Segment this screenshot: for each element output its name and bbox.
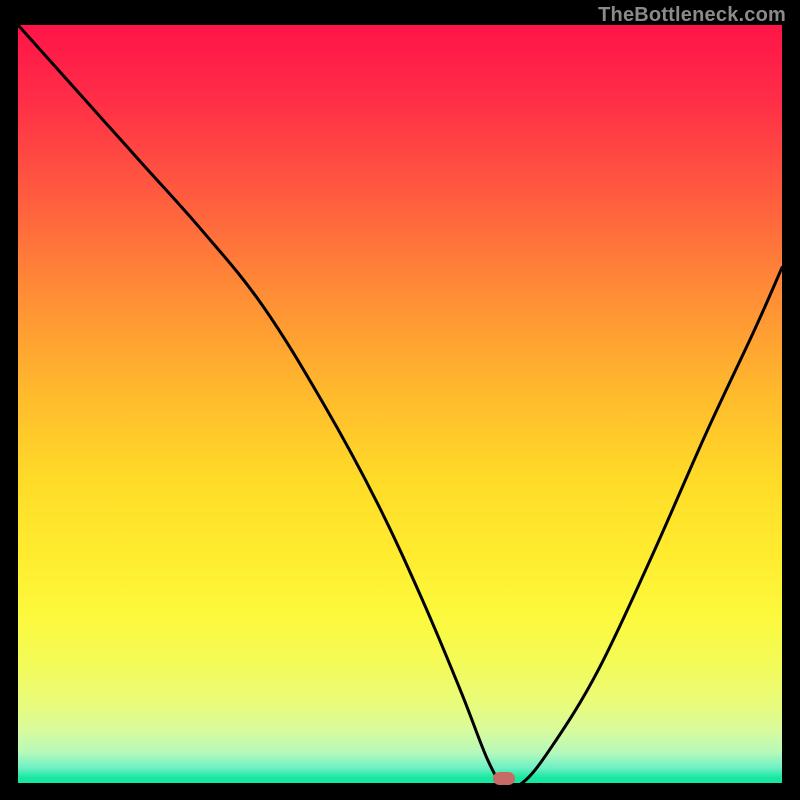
bottleneck-curve xyxy=(18,25,782,783)
chart-frame: TheBottleneck.com xyxy=(0,0,800,800)
watermark-text: TheBottleneck.com xyxy=(598,4,786,27)
optimal-point-marker xyxy=(493,772,515,785)
